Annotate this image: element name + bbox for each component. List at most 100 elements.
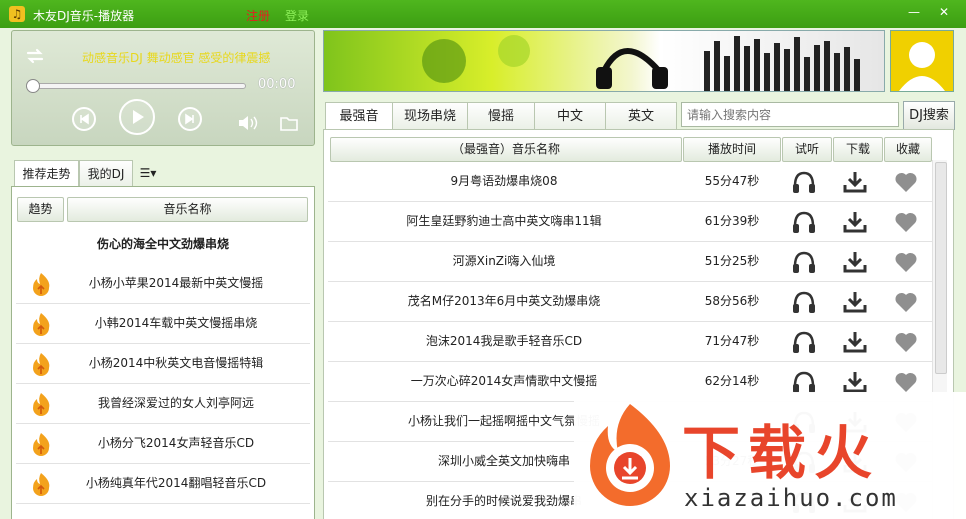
headphones-icon[interactable]	[791, 210, 817, 234]
list-item[interactable]: 小杨分飞2014女声轻音乐CD	[16, 424, 310, 464]
headphones-icon[interactable]	[791, 290, 817, 314]
list-item[interactable]: 小杨纯真年代2014翻唱轻音乐CD	[16, 464, 310, 504]
table-row[interactable]: 河源XinZi嗨入仙境 51分25秒	[328, 242, 932, 282]
trend-fire-icon	[33, 433, 50, 456]
list-item[interactable]: 我曾经深爱过的女人刘亭阿远	[16, 384, 310, 424]
trend-fire-icon	[33, 353, 50, 376]
scroll-thumb[interactable]	[935, 162, 947, 374]
trend-fire-icon	[33, 393, 50, 416]
download-icon[interactable]	[842, 290, 868, 314]
song-duration: 71分47秒	[704, 334, 760, 348]
music-name[interactable]: 小韩2014车载中英文慢摇串烧	[61, 304, 291, 343]
headphones-icon[interactable]	[791, 330, 817, 354]
tab-chinese[interactable]: 中文	[534, 102, 606, 131]
previous-icon	[80, 113, 89, 125]
avatar[interactable]	[890, 30, 954, 92]
menu-dropdown[interactable]: ☰▾	[131, 160, 165, 187]
trend-fire-icon	[33, 313, 50, 336]
tab-recommend-trend[interactable]: 推荐走势	[14, 160, 79, 189]
table-row[interactable]: 9月粤语劲爆串烧08 55分47秒	[328, 162, 932, 202]
loop-icon[interactable]	[24, 45, 46, 67]
search-input[interactable]	[681, 102, 899, 127]
title-bar: ♫ 木友DJ音乐-播放器 注册 登录 — ✕	[0, 0, 966, 28]
song-duration: 51分25秒	[704, 254, 760, 268]
song-name[interactable]: 茂名M仔2013年6月中英文劲爆串烧	[328, 282, 680, 321]
fire-logo-icon	[590, 404, 670, 506]
music-name[interactable]: 小杨纯真年代2014翻唱轻音乐CD	[61, 464, 291, 503]
header-download[interactable]: 下载	[833, 137, 883, 162]
header-favorite[interactable]: 收藏	[884, 137, 932, 162]
download-icon[interactable]	[842, 330, 868, 354]
heart-icon[interactable]	[893, 370, 919, 394]
watermark-text: 下载火	[682, 419, 881, 487]
folder-icon[interactable]	[280, 115, 298, 131]
headphones-banner-icon	[422, 35, 860, 91]
headphones-icon[interactable]	[791, 250, 817, 274]
window-title: 木友DJ音乐-播放器	[33, 9, 135, 23]
music-name[interactable]: 小杨小苹果2014最新中英文慢摇	[61, 264, 291, 303]
heart-icon[interactable]	[893, 210, 919, 234]
song-name[interactable]: 9月粤语劲爆串烧08	[328, 162, 680, 201]
heart-icon[interactable]	[893, 290, 919, 314]
list-item[interactable]: 小韩2014车载中英文慢摇串烧	[16, 304, 310, 344]
watermark-url: xiazaihuo.com	[684, 484, 898, 512]
close-button[interactable]: ✕	[932, 4, 956, 20]
heart-icon[interactable]	[893, 250, 919, 274]
tab-my-dj[interactable]: 我的DJ	[79, 160, 133, 189]
recommend-panel: 趋势 音乐名称 伤心的海全中文劲爆串烧 小杨小苹果2014最新中英文慢摇 小韩20…	[11, 186, 315, 519]
watermark: 下载火 xiazaihuo.com	[574, 392, 966, 519]
song-duration: 58分56秒	[704, 294, 760, 308]
seek-knob[interactable]	[26, 79, 40, 93]
header-song-name[interactable]: （最强音）音乐名称	[330, 137, 682, 162]
marquee-text: 动感音乐DJ 舞动感官 感受的律震撼	[82, 51, 271, 65]
banner-image	[323, 30, 885, 92]
tab-live-medley[interactable]: 现场串烧	[392, 102, 468, 131]
song-name[interactable]: 阿生皇廷野豹迪士高中英文嗨串11辑	[328, 202, 680, 241]
music-name[interactable]: 我曾经深爱过的女人刘亭阿远	[61, 384, 291, 423]
heart-icon[interactable]	[893, 170, 919, 194]
song-name[interactable]: 河源XinZi嗨入仙境	[328, 242, 680, 281]
register-link[interactable]: 注册	[246, 7, 270, 24]
player-panel: 动感音乐DJ 舞动感官 感受的律震撼 00:00	[11, 30, 315, 146]
music-name[interactable]: 小杨2014中秋英文电音慢摇特辑	[61, 344, 291, 383]
trend-fire-icon	[33, 273, 50, 296]
login-link[interactable]: 登录	[285, 7, 309, 24]
play-icon	[133, 110, 144, 124]
download-icon[interactable]	[842, 370, 868, 394]
dj-search-button[interactable]: DJ搜索	[903, 101, 955, 130]
song-name[interactable]: 泡沫2014我是歌手轻音乐CD	[328, 322, 680, 361]
app-window: ♫ 木友DJ音乐-播放器 注册 登录 — ✕ 动感音乐DJ 舞动感官 感受的律震…	[0, 0, 966, 519]
download-icon[interactable]	[842, 210, 868, 234]
tab-slow-rock[interactable]: 慢摇	[467, 102, 535, 131]
list-item[interactable]: 小杨小苹果2014最新中英文慢摇	[16, 264, 310, 304]
next-button[interactable]	[178, 107, 202, 131]
previous-button[interactable]	[72, 107, 96, 131]
play-button[interactable]	[119, 99, 155, 135]
download-icon[interactable]	[842, 170, 868, 194]
featured-song[interactable]: 伤心的海全中文劲爆串烧	[16, 232, 310, 256]
seek-bar[interactable]	[26, 79, 246, 93]
song-duration: 55分47秒	[704, 174, 760, 188]
next-icon	[185, 113, 194, 125]
header-music-name[interactable]: 音乐名称	[67, 197, 308, 222]
header-duration[interactable]: 播放时间	[683, 137, 781, 162]
table-row[interactable]: 阿生皇廷野豹迪士高中英文嗨串11辑 61分39秒	[328, 202, 932, 242]
minimize-button[interactable]: —	[902, 4, 926, 20]
table-row[interactable]: 茂名M仔2013年6月中英文劲爆串烧 58分56秒	[328, 282, 932, 322]
headphones-icon[interactable]	[791, 170, 817, 194]
heart-icon[interactable]	[893, 330, 919, 354]
music-note-icon: ♫	[9, 6, 25, 22]
volume-icon[interactable]	[237, 114, 259, 132]
music-name[interactable]: 小杨分飞2014女声轻音乐CD	[61, 424, 291, 463]
list-item[interactable]: 小杨2014中秋英文电音慢摇特辑	[16, 344, 310, 384]
song-duration: 61分39秒	[704, 214, 760, 228]
download-icon[interactable]	[842, 250, 868, 274]
headphones-icon[interactable]	[791, 370, 817, 394]
header-trend[interactable]: 趋势	[17, 197, 64, 222]
table-row[interactable]: 泡沫2014我是歌手轻音乐CD 71分47秒	[328, 322, 932, 362]
tab-english[interactable]: 英文	[605, 102, 677, 131]
time-display: 00:00	[258, 77, 296, 92]
header-listen[interactable]: 试听	[782, 137, 832, 162]
trend-fire-icon	[33, 473, 50, 496]
tab-strongest[interactable]: 最强音	[325, 102, 393, 131]
